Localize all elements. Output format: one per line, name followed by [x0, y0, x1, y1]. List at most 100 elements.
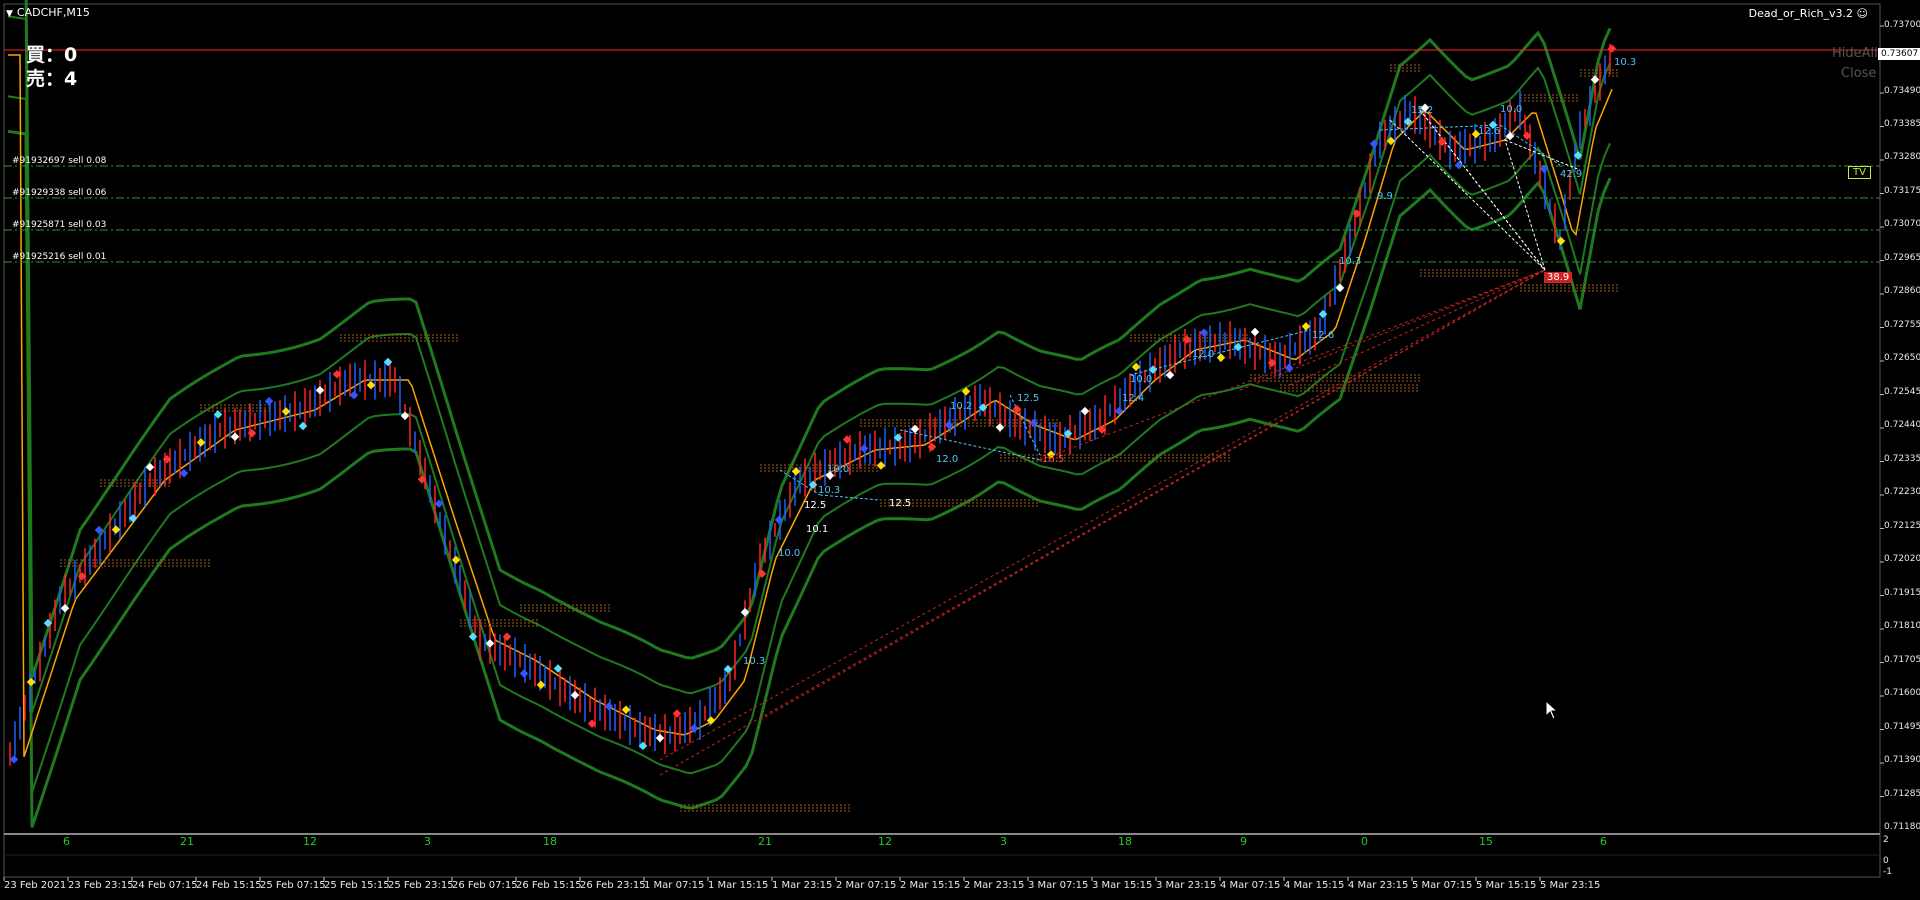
annotation-label: 9.9 [1377, 191, 1393, 202]
envelope-bands [7, 0, 1612, 828]
signal-marker [519, 669, 529, 678]
time-tick-label: 5 Mar 15:15 [1476, 880, 1537, 891]
signal-marker [9, 755, 19, 764]
signal-marker [264, 396, 274, 406]
price-tick-label: 0.72965 [1884, 253, 1920, 263]
time-tick-label: 3 Mar 07:15 [1028, 880, 1089, 891]
signal-marker [995, 423, 1005, 432]
subwindow-scale-label: -1 [1883, 867, 1892, 877]
time-tick-label: 4 Mar 07:15 [1220, 880, 1281, 891]
subwindow-label: 21 [758, 835, 772, 848]
annotation-label: 10.3 [743, 656, 766, 667]
time-tick-label: 1 Mar 23:15 [772, 880, 833, 891]
price-tick-label: 0.71705 [1884, 655, 1920, 665]
price-tick-label: 0.72755 [1884, 320, 1920, 330]
annotation-label: 10.0 [827, 464, 850, 475]
signal-marker [366, 380, 376, 390]
time-tick-label: 1 Mar 15:15 [708, 880, 769, 891]
subwindow-label: 6 [1600, 835, 1607, 848]
buy-count: 買：0 [26, 44, 78, 66]
signal-marker [927, 442, 937, 452]
annotation-label: 10.3 [1614, 57, 1637, 68]
signal-marker [281, 407, 291, 416]
annotation-label: 12.4 [1122, 393, 1145, 404]
annotation-label: 10.0 [1130, 374, 1153, 385]
collapse-triangle-icon[interactable]: ▼ [6, 9, 13, 19]
symbol-title[interactable]: ▼ CADCHF,M15 [6, 6, 90, 19]
price-chart[interactable] [0, 0, 1920, 900]
close-button[interactable]: Close [1841, 66, 1876, 81]
signal-marker [1318, 309, 1328, 319]
order-label: #91925871 sell 0.03 [12, 220, 107, 230]
signal-marker [145, 462, 155, 472]
signal-marker [1590, 75, 1600, 84]
signal-marker [621, 705, 631, 715]
signal-marker [111, 525, 121, 534]
time-tick-label: 2 Mar 15:15 [900, 880, 961, 891]
price-tick-label: 0.72650 [1884, 353, 1920, 363]
current-price-tag: 0.73607 [1878, 48, 1920, 60]
time-tick-label: 3 Mar 23:15 [1156, 880, 1217, 891]
smiley-icon[interactable]: ☺ [1857, 7, 1868, 20]
price-tick-label: 0.71915 [1884, 588, 1920, 598]
support-resistance-zones [60, 64, 1620, 812]
time-tick-label: 2 Mar 23:15 [964, 880, 1025, 891]
signal-marker [1301, 322, 1311, 331]
tv-button[interactable]: TV [1848, 166, 1871, 179]
price-tick-label: 0.72860 [1884, 286, 1920, 296]
annotation-label: 12.0 [1192, 349, 1215, 360]
signal-marker [298, 421, 308, 431]
time-tick-label: 1 Mar 07:15 [644, 880, 705, 891]
time-tick-label: 4 Mar 15:15 [1284, 880, 1345, 891]
annotation-label: 15.2 [1411, 105, 1434, 116]
hide-all-button[interactable]: HideAll [1832, 46, 1878, 61]
price-tick-label: 0.71390 [1884, 755, 1920, 765]
signal-marker [1080, 406, 1090, 416]
time-tick-label: 26 Feb 15:15 [516, 880, 582, 891]
price-tick-label: 0.72335 [1884, 454, 1920, 464]
envelope-band [7, 95, 1611, 793]
signal-marker [400, 411, 410, 421]
envelope-band [7, 129, 1612, 828]
subwindow-label: 21 [180, 835, 194, 848]
signal-marker [1250, 327, 1260, 337]
order-label: #91932697 sell 0.08 [12, 156, 107, 166]
signal-marker [230, 432, 240, 441]
time-tick-label: 25 Feb 07:15 [260, 880, 326, 891]
subwindow-label: 3 [424, 835, 431, 848]
time-tick-label: 23 Feb 23:15 [68, 880, 134, 891]
signal-marker [604, 702, 614, 711]
subwindow-label: 0 [1361, 835, 1368, 848]
price-tick-label: 0.73490 [1884, 86, 1920, 96]
subwindow-label: 15 [1479, 835, 1493, 848]
time-tick-label: 25 Feb 23:15 [388, 880, 454, 891]
annotation-label: 12.6 [1312, 330, 1335, 341]
time-tick-label: 25 Feb 15:15 [324, 880, 390, 891]
price-tick-label: 0.72545 [1884, 387, 1920, 397]
signal-marker [1454, 160, 1464, 170]
time-tick-label: 23 Feb 2021 [4, 880, 67, 891]
trend-line [1239, 269, 1546, 391]
signal-marker [1607, 44, 1617, 53]
annotation-label: 10.3 [818, 485, 841, 496]
price-tick-label: 0.71180 [1884, 822, 1920, 832]
annotation-label: 12.5 [1017, 393, 1040, 404]
signal-marker [859, 444, 869, 453]
price-axis-ticks [1880, 25, 1884, 797]
price-tick-label: 0.71285 [1884, 789, 1920, 799]
annotation-label: 38.9 [1544, 272, 1573, 283]
signal-marker [553, 664, 563, 673]
subwindow-label: 6 [63, 835, 70, 848]
envelope-band [7, 15, 1611, 713]
time-tick-label: 4 Mar 23:15 [1348, 880, 1409, 891]
signal-marker [349, 390, 359, 400]
signal-marker [1335, 283, 1345, 293]
price-tick-label: 0.73700 [1884, 20, 1920, 30]
annotation-label: 12.5 [804, 500, 827, 511]
signal-marker [502, 632, 512, 641]
signal-marker [179, 469, 189, 478]
price-tick-label: 0.72020 [1884, 554, 1920, 564]
time-tick-label: 5 Mar 23:15 [1540, 880, 1601, 891]
price-tick-label: 0.72125 [1884, 521, 1920, 531]
subwindow-label: 18 [1118, 835, 1132, 848]
